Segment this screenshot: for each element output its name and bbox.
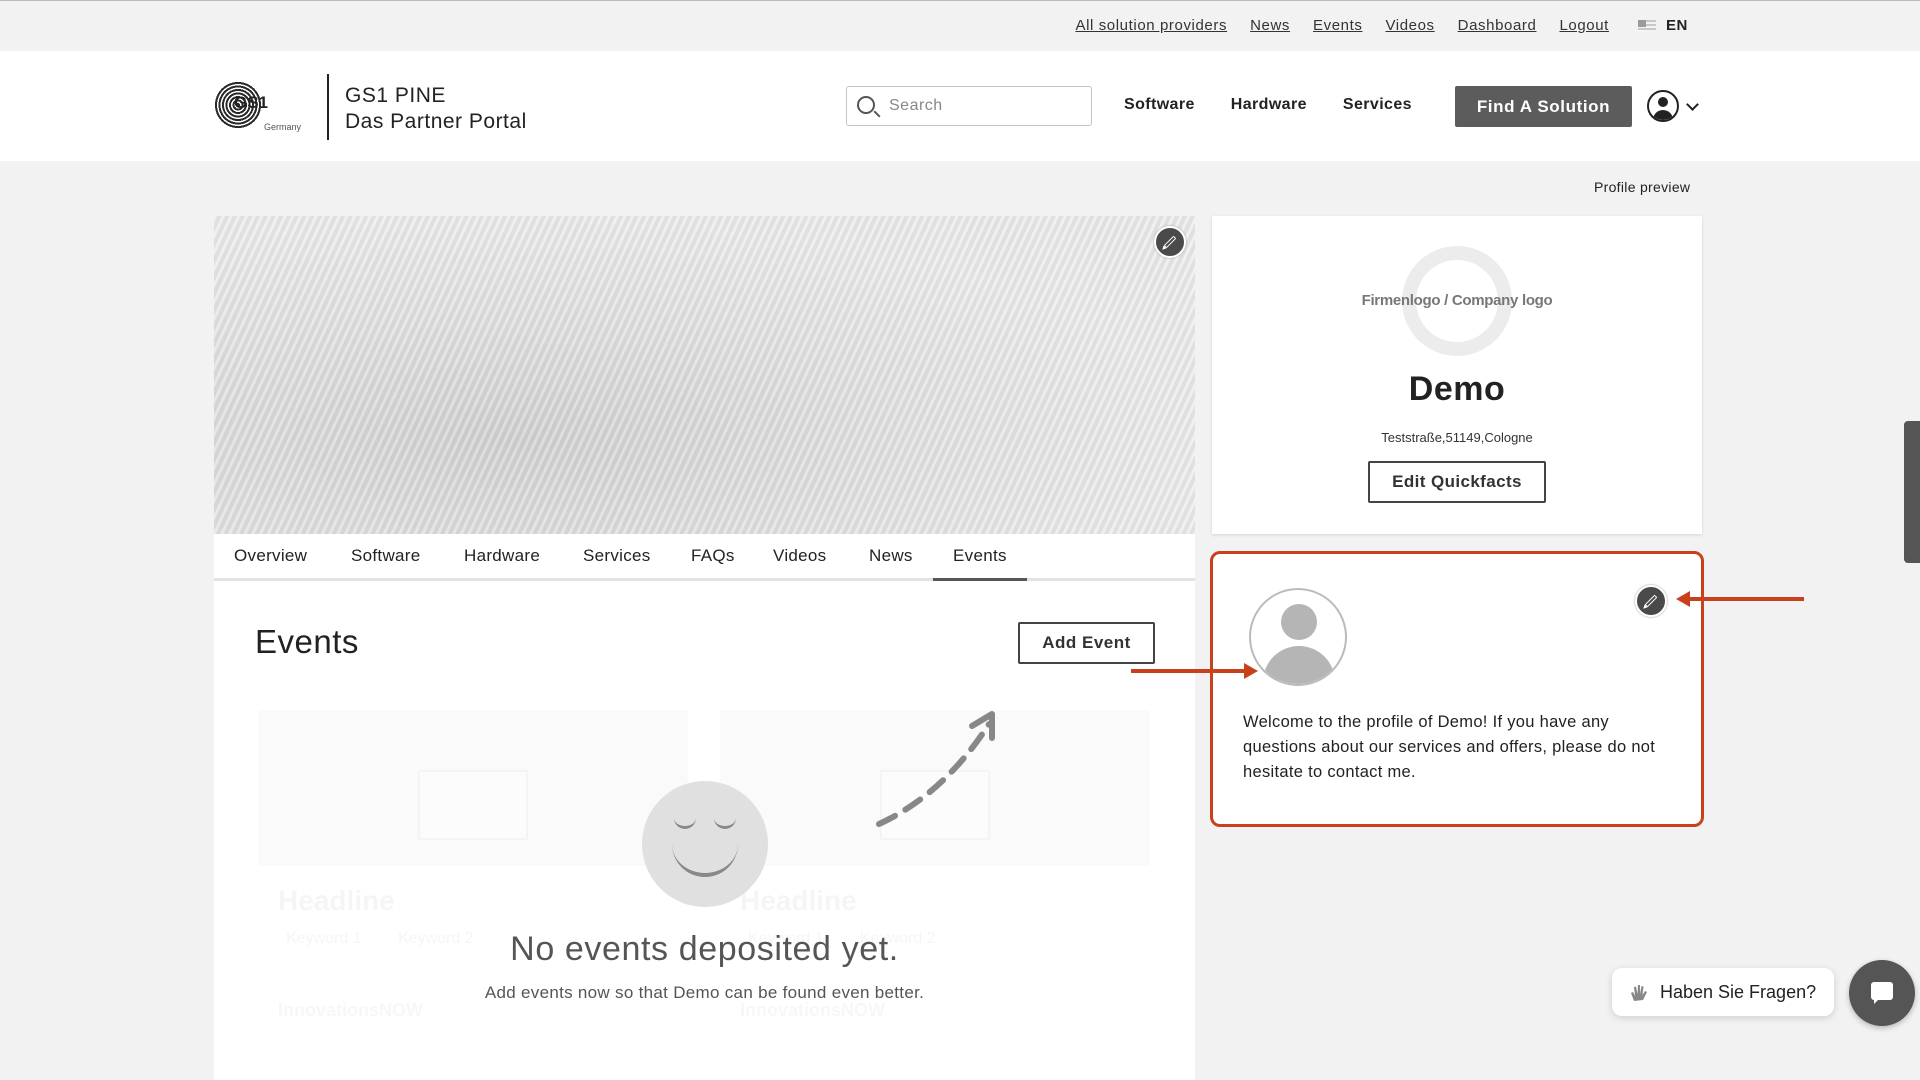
utility-links: All solution providers News Events Video… <box>1075 17 1688 34</box>
tab-hardware[interactable]: Hardware <box>464 546 540 566</box>
tab-overview[interactable]: Overview <box>234 546 307 566</box>
company-name: Demo <box>1408 370 1506 408</box>
smiley-eye <box>714 817 736 829</box>
chat-prompt-bubble[interactable]: Haben Sie Fragen? <box>1612 968 1834 1016</box>
avatar-head-shape <box>1281 604 1317 640</box>
link-videos[interactable]: Videos <box>1385 17 1434 34</box>
language-selector[interactable]: EN <box>1637 17 1688 34</box>
link-logout[interactable]: Logout <box>1559 17 1608 34</box>
search-icon <box>857 96 875 114</box>
utility-bar: All solution providers News Events Video… <box>0 0 1920 51</box>
link-dashboard[interactable]: Dashboard <box>1458 17 1537 34</box>
header-divider <box>327 74 329 140</box>
tab-events[interactable]: Events <box>933 546 1027 581</box>
avatar <box>1249 588 1347 686</box>
annotation-arrow-left-icon <box>1676 591 1804 607</box>
smiley-icon <box>642 781 768 907</box>
company-logo-placeholder-text: Firmenlogo / Company logo <box>1361 292 1553 309</box>
main-header: GS1 Germany GS1 PINE Das Partner Portal … <box>0 51 1920 161</box>
empty-state-title: No events deposited yet. <box>510 930 899 968</box>
pencil-icon <box>1163 235 1177 249</box>
link-all-solution-providers[interactable]: All solution providers <box>1075 17 1227 34</box>
search-box <box>846 86 1092 126</box>
us-flag-icon <box>1637 19 1656 32</box>
profile-tabs: Overview Software Hardware Services FAQs… <box>214 534 1195 581</box>
nav-hardware[interactable]: Hardware <box>1231 96 1307 114</box>
smiley-mouth <box>672 843 738 877</box>
chevron-down-icon[interactable] <box>1686 98 1699 111</box>
tab-news[interactable]: News <box>869 546 913 566</box>
events-heading: Events <box>255 623 359 660</box>
placeholder-logo: InnovationsNOW <box>740 1000 885 1020</box>
user-head-shape <box>1658 97 1668 107</box>
quickfacts-card: Firmenlogo / Company logo Demo Teststraß… <box>1212 216 1702 534</box>
tab-faqs[interactable]: FAQs <box>691 546 735 566</box>
placeholder-logo: InnovationsNOW <box>278 1000 423 1020</box>
user-body-shape <box>1653 110 1673 120</box>
nav-software[interactable]: Software <box>1124 96 1195 114</box>
main-nav: Software Hardware Services <box>1124 96 1412 114</box>
brand-title-line2: Das Partner Portal <box>345 110 527 133</box>
waving-hand-icon <box>1631 985 1647 1001</box>
placeholder-headline: Headline <box>278 885 395 916</box>
smiley-eye <box>674 817 696 829</box>
add-event-button[interactable]: Add Event <box>1018 622 1155 664</box>
chat-launcher-button[interactable] <box>1849 960 1915 1026</box>
tab-videos[interactable]: Videos <box>773 546 826 566</box>
company-address: Teststraße,51149,Cologne <box>1381 430 1533 445</box>
welcome-card: Welcome to the profile of Demo! If you h… <box>1210 551 1704 827</box>
annotation-arrow-right-icon <box>1131 663 1258 679</box>
search-input[interactable] <box>889 87 1084 125</box>
monitor-illustration-icon <box>418 770 528 840</box>
tab-software[interactable]: Software <box>351 546 421 566</box>
language-label: EN <box>1665 17 1688 34</box>
gs1-logo[interactable]: GS1 Germany <box>214 81 314 133</box>
edit-quickfacts-button[interactable]: Edit Quickfacts <box>1368 461 1546 503</box>
placeholder-event-card: Headline Keyword 1 Keyword 2 Innovations… <box>258 710 688 1080</box>
tab-services[interactable]: Services <box>583 546 651 566</box>
placeholder-headline: Headline <box>740 885 857 916</box>
link-events[interactable]: Events <box>1313 17 1362 34</box>
welcome-message: Welcome to the profile of Demo! If you h… <box>1243 713 1656 781</box>
dashed-arrow-icon <box>876 711 995 827</box>
user-account-icon[interactable] <box>1647 90 1679 122</box>
logo-text: GS1 <box>234 93 269 112</box>
edit-welcome-button[interactable] <box>1635 585 1667 617</box>
avatar-body-shape <box>1263 646 1335 684</box>
pencil-icon <box>1644 594 1658 608</box>
chat-icon <box>1871 982 1893 1004</box>
link-news[interactable]: News <box>1250 17 1290 34</box>
chat-prompt-text: Haben Sie Fragen? <box>1660 982 1817 1002</box>
profile-content: Overview Software Hardware Services FAQs… <box>214 534 1195 1080</box>
placeholder-illustration <box>258 710 688 866</box>
empty-state-subtitle: Add events now so that Demo can be found… <box>484 983 925 1002</box>
profile-preview-label: Profile preview <box>1594 179 1691 195</box>
cover-image <box>214 216 1195 534</box>
logo-subtext: Germany <box>264 122 302 132</box>
edit-cover-button[interactable] <box>1154 226 1186 258</box>
find-a-solution-button[interactable]: Find A Solution <box>1455 86 1632 127</box>
feedback-side-tab[interactable] <box>1904 421 1920 563</box>
brand-title: GS1 PINE Das Partner Portal <box>345 83 527 135</box>
brand-title-line1: GS1 PINE <box>345 84 446 107</box>
nav-services[interactable]: Services <box>1343 96 1412 114</box>
